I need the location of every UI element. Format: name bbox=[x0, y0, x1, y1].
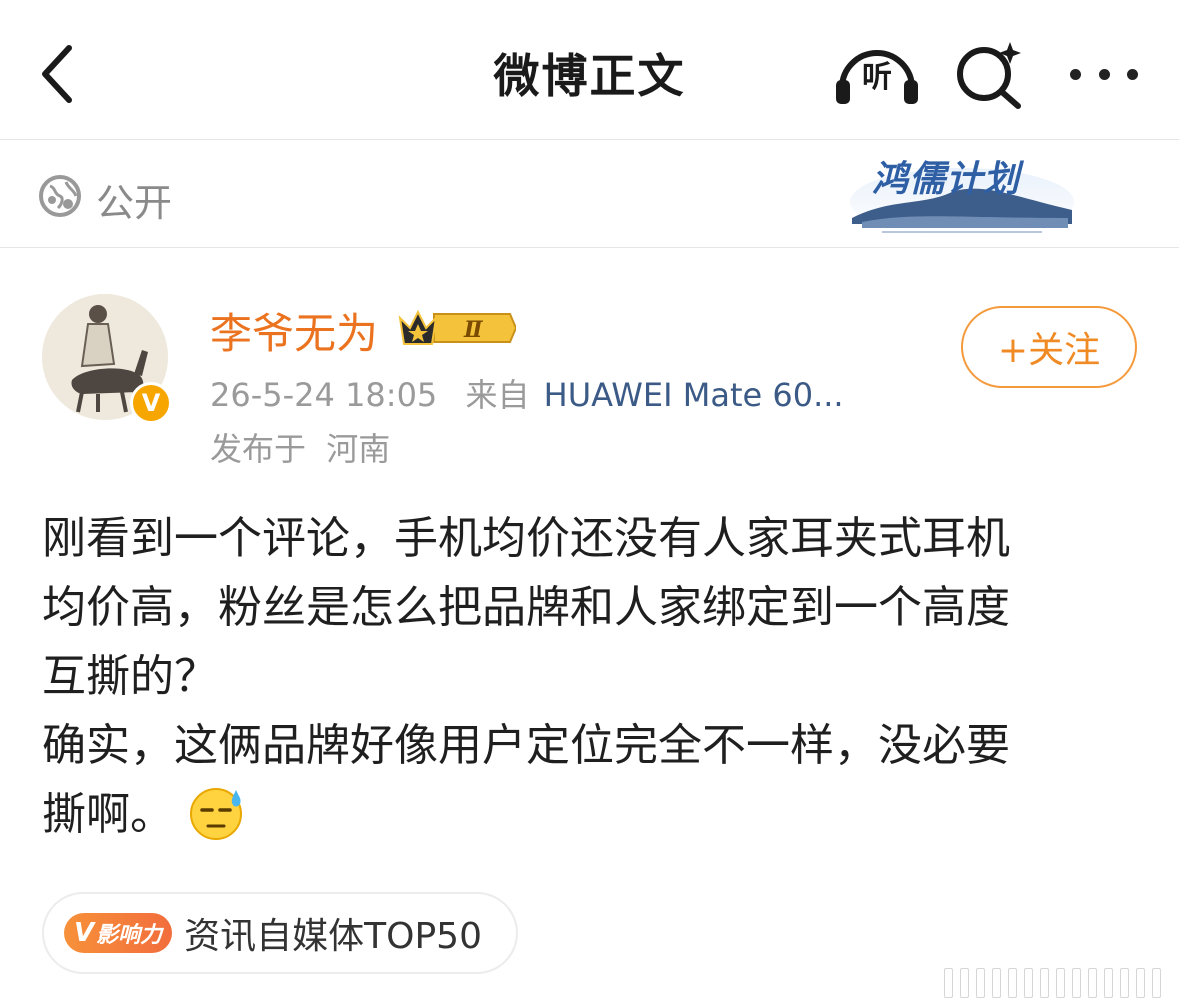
post-line: 刚看到一个评论，手机均价还没有人家耳夹式耳机 bbox=[42, 513, 1010, 564]
watermark-bar bbox=[1056, 968, 1065, 998]
influence-tag[interactable]: V 影响力 资讯自媒体TOP50 bbox=[42, 892, 518, 974]
location-line: 发布于 河南 bbox=[210, 424, 390, 470]
watermark-bar bbox=[944, 968, 953, 998]
crown-level-icon: Ⅱ bbox=[398, 309, 516, 345]
post-body: 刚看到一个评论，手机均价还没有人家耳夹式耳机 均价高，粉丝是怎么把品牌和人家绑定… bbox=[42, 504, 1142, 849]
author-name[interactable]: 李爷无为 bbox=[210, 300, 378, 361]
watermark-strip bbox=[944, 968, 1176, 998]
level-text: Ⅱ bbox=[463, 317, 484, 343]
post-line: 确实，这俩品牌好像用户定位完全不一样，没必要 bbox=[42, 720, 1010, 771]
location-value: 河南 bbox=[326, 430, 391, 468]
more-dot bbox=[1098, 68, 1110, 80]
post-line: 均价高，粉丝是怎么把品牌和人家绑定到一个高度 bbox=[42, 582, 1010, 633]
influence-badge-label: 影响力 bbox=[96, 923, 163, 948]
listen-label: 听 bbox=[862, 60, 892, 95]
more-button[interactable] bbox=[1064, 44, 1144, 104]
search-sparkle-icon bbox=[957, 42, 1021, 109]
globe-icon bbox=[39, 175, 81, 217]
watermark-bar bbox=[1136, 968, 1145, 998]
source-prefix: 来自 bbox=[465, 376, 530, 414]
listen-button[interactable]: 听 bbox=[832, 38, 922, 108]
watermark-bar bbox=[1072, 968, 1081, 998]
watermark-bar bbox=[1152, 968, 1161, 998]
watermark-bar bbox=[976, 968, 985, 998]
influence-badge: V 影响力 bbox=[64, 913, 173, 953]
more-dot bbox=[1070, 68, 1081, 80]
post-time: 26-5-24 18:05 bbox=[210, 376, 438, 414]
watermark-bar bbox=[1008, 968, 1017, 998]
post-line: 互撕的？ bbox=[42, 651, 218, 702]
plan-title: 鸿儒计划 bbox=[872, 159, 1021, 200]
watermark-bar bbox=[1024, 968, 1033, 998]
post-line-last: 撕啊。 bbox=[42, 780, 1142, 849]
sweat-emoji-icon bbox=[190, 788, 242, 840]
verified-badge: V bbox=[130, 382, 172, 424]
influence-v: V bbox=[74, 918, 95, 948]
visibility-label: 公开 bbox=[96, 181, 173, 225]
meta-line: 26-5-24 18:05 来自 HUAWEI Mate 60... bbox=[210, 370, 844, 416]
watermark-bar bbox=[1040, 968, 1049, 998]
watermark-bar bbox=[1104, 968, 1113, 998]
watermark-bar bbox=[1120, 968, 1129, 998]
watermark-bar bbox=[992, 968, 1001, 998]
plan-badge[interactable]: 鸿儒计划 bbox=[842, 148, 1082, 240]
top-nav-bar: 微博正文 听 bbox=[0, 0, 1179, 140]
follow-button[interactable]: +关注 bbox=[961, 306, 1137, 388]
search-button[interactable] bbox=[952, 38, 1028, 110]
more-dot bbox=[1127, 68, 1138, 80]
watermark-bar bbox=[1088, 968, 1097, 998]
watermark-bar bbox=[960, 968, 969, 998]
post-line-text: 撕啊。 bbox=[42, 789, 174, 840]
location-prefix: 发布于 bbox=[210, 430, 307, 468]
influence-text: 资讯自媒体TOP50 bbox=[184, 916, 482, 957]
verified-mark: V bbox=[141, 389, 161, 417]
source-device-link[interactable]: HUAWEI Mate 60... bbox=[544, 376, 844, 414]
